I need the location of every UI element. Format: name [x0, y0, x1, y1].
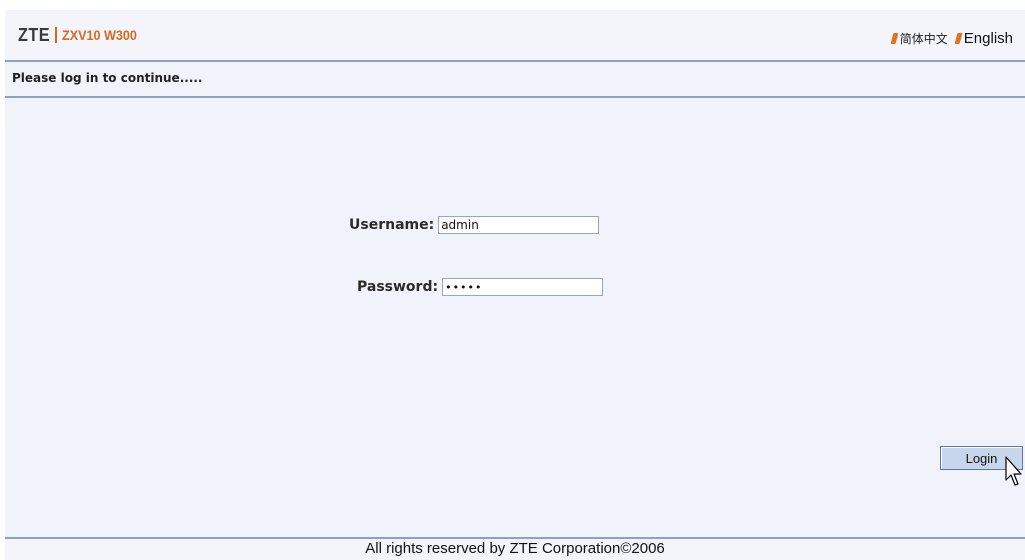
zte-logo: ZTE: [18, 24, 50, 45]
language-switcher: 简体中文 English: [890, 30, 1013, 47]
lang-chinese-label: 简体中文: [899, 32, 948, 46]
mouse-pointer-icon: [1005, 456, 1022, 486]
lang-english-label: English: [963, 30, 1013, 47]
brand-model: ZXV10 W300: [61, 27, 137, 43]
password-label: Password:: [357, 279, 439, 295]
username-row: Username:: [349, 216, 600, 234]
brand: ZTE ZXV10 W300: [18, 24, 145, 46]
username-label: Username:: [349, 217, 435, 233]
username-input[interactable]: [438, 216, 600, 234]
top-header: ZTE ZXV10 W300 简体中文 English: [5, 10, 1025, 62]
login-page: ZTE ZXV10 W300 简体中文 English Please log i…: [5, 10, 1025, 560]
password-row: Password:: [357, 278, 604, 296]
footer-bar: All rights reserved by ZTE Corporation©2…: [5, 537, 1025, 560]
lang-english-link[interactable]: English: [954, 30, 1013, 47]
orange-slash-icon: [954, 33, 963, 44]
copyright-text: All rights reserved by ZTE Corporation©2…: [365, 540, 665, 557]
lang-chinese-link[interactable]: 简体中文: [890, 30, 948, 47]
password-input[interactable]: [442, 278, 604, 296]
subheader-bar: Please log in to continue.....: [5, 62, 1025, 98]
brand-separator: [54, 27, 57, 43]
orange-slash-icon: [890, 33, 899, 44]
login-prompt: Please log in to continue.....: [12, 71, 203, 85]
